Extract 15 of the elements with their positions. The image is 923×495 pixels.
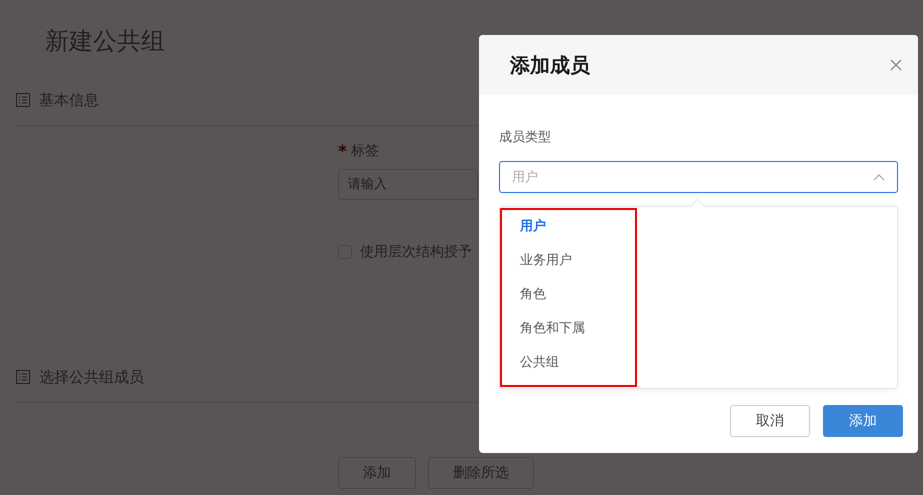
dropdown-option[interactable]: 角色和下属 <box>500 312 595 346</box>
chevron-icon <box>873 174 885 180</box>
dropdown-option[interactable]: 业务用户 <box>500 244 582 278</box>
dropdown-option[interactable]: 用户 <box>500 210 556 244</box>
required-asterisk: * <box>338 142 347 162</box>
add-button[interactable]: 添加 <box>823 405 903 437</box>
cancel-button[interactable]: 取消 <box>730 405 810 437</box>
list-icon <box>15 369 31 385</box>
dropdown-option[interactable]: 公共组 <box>500 346 569 380</box>
dropdown-option[interactable]: 角色 <box>500 278 556 312</box>
close-icon[interactable] <box>890 59 902 71</box>
dialog-title: 添加成员 <box>510 52 590 78</box>
list-icon <box>15 92 31 108</box>
label-input[interactable]: 请输入 <box>338 169 478 200</box>
field-label: 成员类型 <box>499 129 552 146</box>
